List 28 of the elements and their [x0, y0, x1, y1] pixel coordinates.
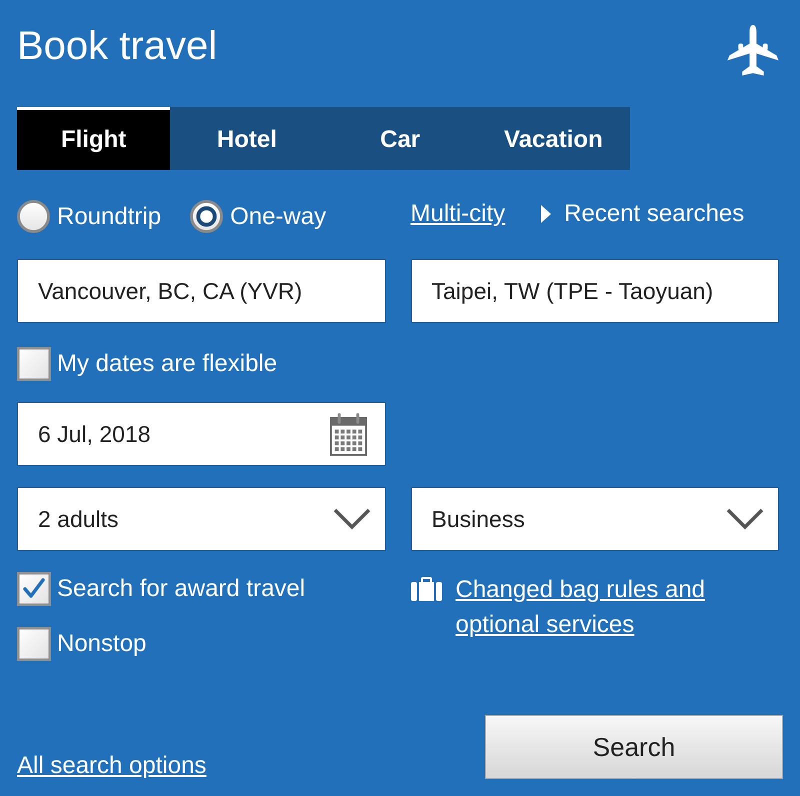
recent-searches-toggle[interactable]: Recent searches	[541, 198, 744, 228]
tab[interactable]: Flight	[17, 107, 170, 170]
checkbox-label: Nonstop	[57, 629, 146, 659]
search-button[interactable]: Search	[485, 715, 783, 779]
passengers-select[interactable]: 2 adults	[17, 487, 386, 551]
cabin-select[interactable]: Business	[410, 487, 779, 551]
airplane-icon	[727, 25, 779, 78]
chevron-down-icon	[332, 508, 370, 530]
multi-city-link[interactable]: Multi-city	[410, 198, 506, 228]
bag-rules-link[interactable]: Changed bag rules and optional services	[456, 572, 756, 642]
radio-label: One-way	[230, 202, 326, 232]
checkbox-label: Search for award travel	[57, 574, 306, 604]
all-search-options-link[interactable]: All search options	[17, 751, 206, 781]
origin-field[interactable]: Vancouver, BC, CA (YVR)	[17, 259, 386, 323]
briefcase-icon	[410, 577, 442, 601]
radio-button[interactable]	[17, 200, 50, 233]
radio-label: Roundtrip	[57, 202, 162, 232]
checkbox-label: My dates are flexible	[57, 349, 278, 379]
chevron-down-icon	[726, 508, 764, 530]
destination-field[interactable]: Taipei, TW (TPE - Taoyuan)	[410, 259, 779, 323]
checkbox[interactable]	[17, 627, 51, 661]
checkbox[interactable]	[17, 347, 51, 381]
radio-button[interactable]	[190, 200, 224, 233]
checkbox[interactable]	[17, 572, 51, 606]
calendar-icon	[330, 412, 366, 456]
caret-icon	[541, 204, 552, 222]
date-field[interactable]: 6 Jul, 2018	[17, 402, 386, 466]
page-title: Book travel	[17, 23, 218, 70]
